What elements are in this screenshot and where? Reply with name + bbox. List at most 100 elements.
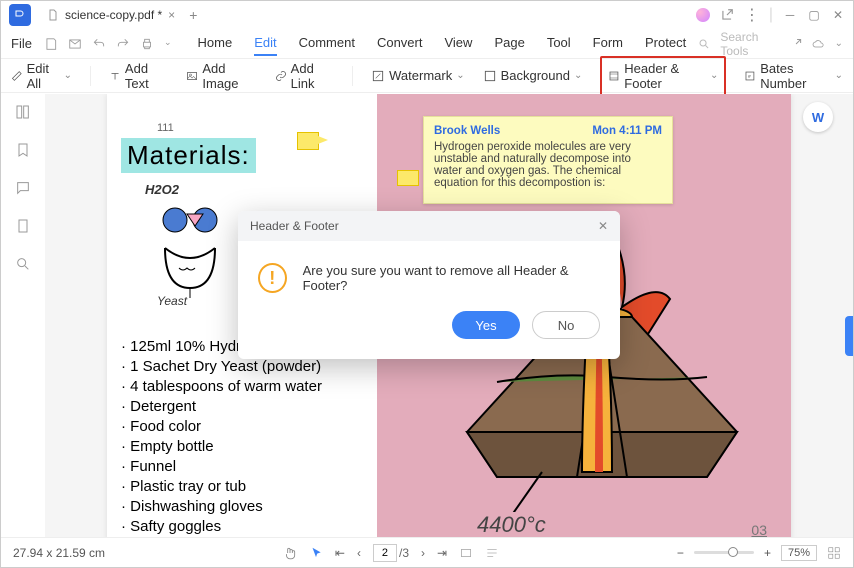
confirm-dialog: Header & Footer ✕ ! Are you sure you wan… [238, 211, 620, 359]
file-icon [47, 9, 59, 21]
edit-all-button[interactable]: Edit All⌄ [11, 61, 72, 91]
word-export-badge[interactable]: W [803, 102, 833, 132]
dialog-message: Are you sure you want to remove all Head… [303, 263, 600, 293]
close-window-button[interactable]: ✕ [831, 8, 845, 22]
thumbnails-icon[interactable] [15, 104, 31, 120]
materials-heading: Materials: [121, 138, 256, 173]
ingredient-item: Empty bottle [121, 437, 363, 457]
left-rail [1, 94, 45, 537]
zoom-value[interactable]: 75% [781, 545, 817, 561]
dialog-title: Header & Footer [250, 219, 339, 233]
fit-page-icon[interactable] [827, 546, 841, 560]
dialog-close-icon[interactable]: ✕ [598, 219, 608, 233]
mail-icon[interactable] [68, 37, 82, 51]
minimize-button[interactable]: ─ [783, 8, 797, 22]
first-page-icon[interactable]: ⇤ [335, 546, 345, 560]
scrollbar-handle[interactable] [845, 316, 853, 356]
share-icon[interactable] [790, 37, 802, 51]
app-logo [9, 4, 31, 26]
select-tool-icon[interactable] [309, 546, 323, 560]
redo-icon[interactable] [116, 37, 130, 51]
tab-title: science-copy.pdf * [65, 8, 162, 22]
header-footer-label: Header & Footer [624, 61, 706, 91]
attachments-icon[interactable] [15, 218, 31, 234]
zoom-out-icon[interactable]: − [677, 546, 684, 560]
menu-page[interactable]: Page [494, 31, 524, 56]
warning-icon: ! [258, 263, 287, 293]
yes-button[interactable]: Yes [452, 311, 520, 339]
background-button[interactable]: Background⌄ [483, 68, 583, 83]
reflow-icon[interactable] [485, 546, 499, 560]
zoom-slider[interactable] [694, 551, 754, 554]
search-rail-icon[interactable] [15, 256, 31, 272]
external-icon[interactable] [720, 8, 734, 22]
maximize-button[interactable]: ▢ [807, 8, 821, 22]
sticky-note-icon[interactable] [297, 132, 319, 150]
comment-time: Mon 4:11 PM [592, 125, 662, 137]
search-placeholder[interactable]: Search Tools [720, 30, 780, 58]
watermark-label: Watermark [389, 68, 452, 83]
next-page-icon[interactable]: › [421, 546, 425, 560]
background-label: Background [501, 68, 570, 83]
edit-all-label: Edit All [27, 61, 60, 91]
ingredient-item: Dishwashing gloves [121, 497, 363, 517]
new-tab-button[interactable]: + [189, 7, 197, 23]
menu-tool[interactable]: Tool [547, 31, 571, 56]
zoom-in-icon[interactable]: + [764, 546, 771, 560]
file-menu[interactable]: File [11, 36, 32, 51]
menu-convert[interactable]: Convert [377, 31, 423, 56]
no-button[interactable]: No [532, 311, 600, 339]
fit-width-icon[interactable] [459, 546, 473, 560]
menu-edit[interactable]: Edit [254, 31, 276, 56]
cloud-icon[interactable] [812, 37, 824, 51]
menu-home[interactable]: Home [198, 31, 233, 56]
last-page-icon[interactable]: ⇥ [437, 546, 447, 560]
comment-popup[interactable]: Brook Wells Mon 4:11 PM Hydrogen peroxid… [423, 116, 673, 204]
menu-form[interactable]: Form [593, 31, 623, 56]
top-page-number: 111 [157, 122, 363, 134]
ingredients-list: 125ml 10% Hydrogen Peroxide1 Sachet Dry … [121, 337, 363, 537]
ingredient-item: Funnel [121, 457, 363, 477]
prev-page-icon[interactable]: ‹ [357, 546, 361, 560]
svg-text:#: # [748, 73, 751, 79]
bottom-page-number: 03 [751, 522, 767, 537]
h2o2-label: H2O2 [145, 182, 179, 197]
bates-label: Bates Number [760, 61, 830, 91]
menu-view[interactable]: View [444, 31, 472, 56]
ingredient-item: Detergent [121, 397, 363, 417]
ingredient-item: 1 Sachet Dry Yeast (powder) [121, 357, 363, 377]
ingredient-item: 4 tablespoons of warm water [121, 377, 363, 397]
titlebar: science-copy.pdf * × + ⋮ | ─ ▢ ✕ [1, 1, 853, 29]
document-tab[interactable]: science-copy.pdf * × [37, 3, 185, 27]
sticky-note-icon-2[interactable] [397, 170, 419, 186]
menu-dropdown-icon[interactable]: ⌄ [835, 38, 843, 49]
header-footer-button[interactable]: Header & Footer⌄ [600, 56, 726, 96]
bates-number-button[interactable]: # Bates Number⌄ [744, 61, 843, 91]
bookmarks-icon[interactable] [15, 142, 31, 158]
watermark-button[interactable]: Watermark⌄ [371, 68, 464, 83]
menu-protect[interactable]: Protect [645, 31, 686, 56]
add-link-label: Add Link [291, 61, 335, 91]
ingredient-item: Safty goggles [121, 517, 363, 537]
page-indicator: /3 [373, 544, 409, 562]
comments-icon[interactable] [15, 180, 31, 196]
print-icon[interactable] [140, 37, 154, 51]
hand-tool-icon[interactable] [283, 546, 297, 560]
ai-badge-icon[interactable] [696, 8, 710, 22]
page-total: /3 [399, 546, 409, 560]
kebab-icon[interactable]: ⋮ [744, 5, 759, 25]
print-dropdown-icon[interactable]: ⌄ [164, 37, 172, 51]
save-icon[interactable] [44, 37, 58, 51]
undo-icon[interactable] [92, 37, 106, 51]
menu-comment[interactable]: Comment [299, 31, 355, 56]
add-image-label: Add Image [202, 61, 256, 91]
add-image-button[interactable]: Add Image [186, 61, 256, 91]
add-link-button[interactable]: Add Link [275, 61, 335, 91]
edit-toolbar: Edit All⌄ Add Text Add Image Add Link Wa… [1, 59, 853, 93]
ingredient-item: Food color [121, 417, 363, 437]
page-input[interactable] [373, 544, 397, 562]
add-text-button[interactable]: Add Text [109, 61, 168, 91]
close-tab-icon[interactable]: × [168, 8, 175, 22]
search-icon[interactable] [698, 37, 710, 51]
menubar: File ⌄ Home Edit Comment Convert View Page Too… [1, 29, 853, 59]
